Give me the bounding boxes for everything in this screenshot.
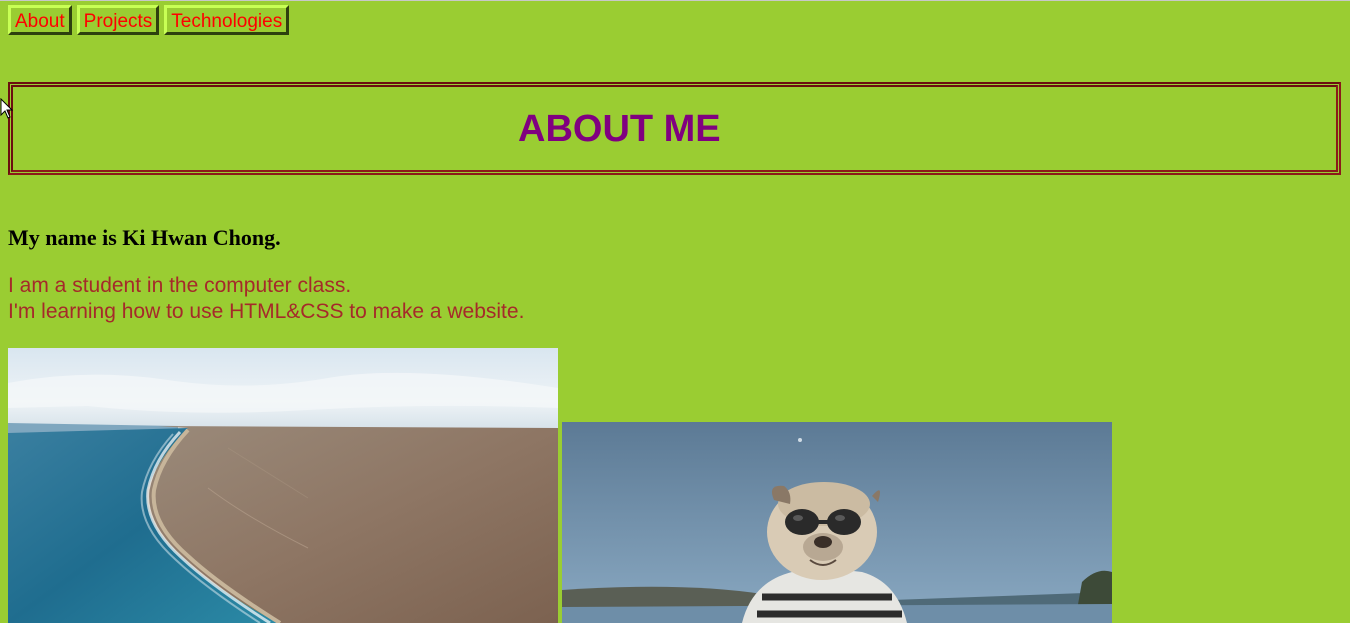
- coastline-cliff-photo: [8, 348, 558, 623]
- top-navigation: About Projects Technologies: [8, 5, 290, 35]
- page-title: ABOUT ME: [518, 108, 721, 150]
- intro-paragraph: I am a student in the computer class. I'…: [8, 273, 524, 325]
- intro-line-1: I am a student in the computer class.: [8, 274, 352, 297]
- nav-projects-button[interactable]: Projects: [76, 5, 160, 35]
- page-title-box: ABOUT ME: [8, 82, 1341, 175]
- nav-technologies-button[interactable]: Technologies: [164, 5, 290, 35]
- window-top-edge: [0, 0, 1350, 1]
- nav-about-button[interactable]: About: [8, 5, 72, 35]
- mouse-cursor-icon: [0, 98, 14, 119]
- name-heading: My name is Ki Hwan Chong.: [8, 225, 281, 250]
- intro-line-2: I'm learning how to use HTML&CSS to make…: [8, 300, 525, 323]
- dog-in-sunglasses-photo: [562, 422, 1112, 623]
